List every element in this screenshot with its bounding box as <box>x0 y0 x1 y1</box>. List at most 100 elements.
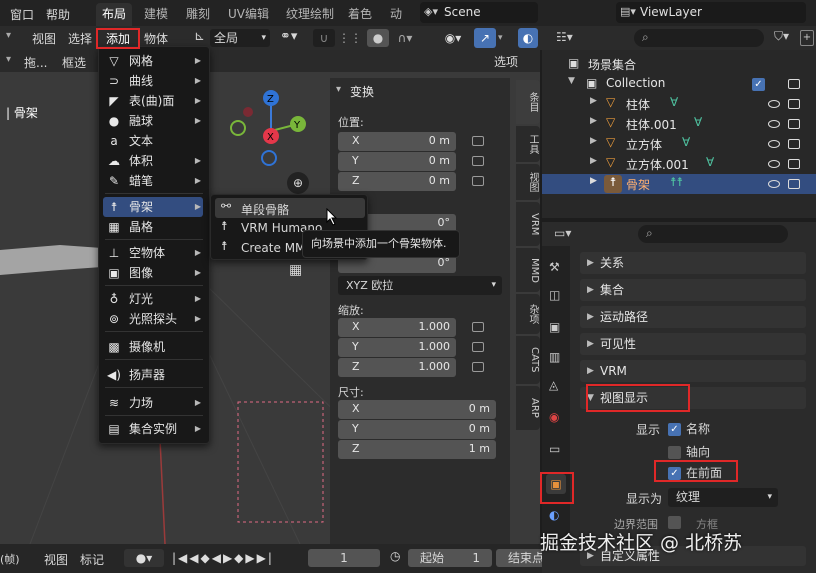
add-volume[interactable]: ☁ 体积 ▶ <box>103 151 203 171</box>
tab-uv[interactable]: UV编辑 <box>222 3 275 26</box>
lock-icon[interactable] <box>472 156 484 166</box>
camera-icon[interactable] <box>788 119 800 129</box>
outliner-row[interactable]: ▶ ▽ 立方体 ∀ <box>542 134 816 154</box>
tab-view[interactable]: 视图 <box>516 164 540 200</box>
tab-arp[interactable]: ARP <box>516 386 540 430</box>
add-text[interactable]: a 文本 <box>103 131 203 151</box>
snap-options-icon[interactable]: ⋮⋮ <box>338 29 362 47</box>
falloff-icon[interactable]: ∩▾ <box>392 29 418 47</box>
outliner-scene-collection[interactable]: ▣ 场景集合 <box>542 54 816 74</box>
add-image[interactable]: ▣ 图像 ▶ <box>103 263 203 283</box>
menu-help[interactable]: 帮助 <box>46 6 70 23</box>
outliner-search-input[interactable]: ⌕ <box>634 29 764 47</box>
eye-icon[interactable] <box>768 180 780 188</box>
eye-icon[interactable] <box>768 100 780 108</box>
output-icon[interactable]: ▣ <box>549 320 560 334</box>
add-light-probe[interactable]: ⊚ 光照探头 ▶ <box>103 309 203 329</box>
outliner-row[interactable]: ▶ ▽ 柱体.001 ∀ <box>542 114 816 134</box>
menu-view[interactable]: 视图 <box>32 30 56 47</box>
panel-visibility[interactable]: ▶ 可见性 <box>580 333 806 355</box>
lock-icon[interactable] <box>472 342 484 352</box>
camera-icon[interactable] <box>788 159 800 169</box>
panel-motion-paths[interactable]: ▶ 运动路径 <box>580 306 806 328</box>
playback-controls-icon[interactable]: |◀◀◆◀▶◆▶▶| <box>172 549 300 567</box>
add-lattice[interactable]: ▦ 晶格 <box>103 217 203 237</box>
camera-icon[interactable] <box>788 179 800 189</box>
view-layer-selector[interactable]: ViewLayer <box>616 2 806 23</box>
tab-sculpt[interactable]: 雕刻 <box>180 3 216 26</box>
add-force-field[interactable]: ≋ 力场 ▶ <box>103 393 203 413</box>
properties-search-input[interactable]: ⌕ <box>638 225 788 243</box>
tab-mmd[interactable]: MMD <box>516 248 540 292</box>
scale-y-field[interactable]: Y 1.000 <box>338 338 456 357</box>
constraint-icon[interactable]: ◐ <box>549 508 559 522</box>
display-mode-icon[interactable]: ☷▾ <box>556 30 573 44</box>
proportional-icon[interactable]: ● <box>367 29 389 47</box>
menu-select[interactable]: 选择 <box>68 30 92 47</box>
filter-icon[interactable]: ⛉▾ <box>774 29 789 44</box>
navigation-gizmo[interactable]: Z Y X <box>226 86 316 176</box>
timeline-mode[interactable]: (帧) <box>0 551 20 567</box>
zoom-icon[interactable]: ⊕ <box>287 172 309 194</box>
mode-chevron-icon[interactable]: ▾ <box>6 30 11 41</box>
scene-icon[interactable]: ◬ <box>549 378 558 392</box>
eye-icon[interactable] <box>768 140 780 148</box>
eye-icon[interactable] <box>768 120 780 128</box>
timeline-menu-marker[interactable]: 标记 <box>80 551 104 568</box>
scale-x-field[interactable]: X 1.000 <box>338 318 456 337</box>
tab-modeling[interactable]: 建模 <box>138 3 174 26</box>
tab-shading[interactable]: 着色 <box>342 3 378 26</box>
outliner-row[interactable]: ▶ ▽ 立方体.001 ∀ <box>542 154 816 174</box>
camera-icon[interactable] <box>788 139 800 149</box>
record-icon[interactable]: ●▾ <box>124 549 164 567</box>
tab-item[interactable]: 条目 <box>516 80 540 124</box>
start-frame-field[interactable]: 起始 1 <box>408 549 492 567</box>
tab-cats[interactable]: CATS <box>516 336 540 384</box>
add-surface[interactable]: ◤ 表(曲)面 ▶ <box>103 91 203 111</box>
pivot-icon[interactable]: ⚭▾ <box>280 29 297 44</box>
menu-object[interactable]: 物体 <box>144 30 168 47</box>
add-empty[interactable]: ⊥ 空物体 ▶ <box>103 243 203 263</box>
tab-tool[interactable]: 工具 <box>516 126 540 162</box>
snap-icon[interactable]: ∪ <box>313 29 335 47</box>
perspective-grid-icon[interactable]: ▦ <box>289 262 302 278</box>
gizmo-chevron-icon[interactable]: ▾ <box>498 29 512 47</box>
eye-icon[interactable] <box>768 160 780 168</box>
panel-vrm[interactable]: ▶ VRM <box>580 360 806 382</box>
show-axes-checkbox[interactable]: 轴向 <box>668 443 710 460</box>
outliner-collection[interactable]: ▼ ▣ Collection ✓ <box>542 74 816 94</box>
add-camera[interactable]: ▩ 摄像机 <box>103 337 203 357</box>
scale-z-field[interactable]: Z 1.000 <box>338 358 456 377</box>
visibility-icon[interactable]: ◉▾ <box>438 29 468 47</box>
world-icon[interactable]: ◉ <box>549 410 559 424</box>
editor-type-icon[interactable]: ▭▾ <box>554 226 571 240</box>
lock-icon[interactable] <box>472 176 484 186</box>
dims-z-field[interactable]: Z1 m <box>338 440 496 459</box>
camera-icon[interactable] <box>788 99 800 109</box>
collection-checkbox[interactable]: ✓ <box>752 78 765 91</box>
gizmo-icon[interactable]: ↗ <box>474 28 496 48</box>
current-frame-field[interactable]: 1 <box>308 549 380 567</box>
camera-icon[interactable] <box>788 79 800 89</box>
tab-vrm[interactable]: VRM <box>516 202 540 246</box>
add-collection-instance[interactable]: ▤ 集合实例 ▶ <box>103 419 203 439</box>
view-layer-icon[interactable]: ▥ <box>549 350 560 364</box>
collapse-chevron-icon[interactable]: ▾ <box>336 84 341 95</box>
display-as-dropdown[interactable]: 纹理 ▾ <box>668 488 778 507</box>
location-z-field[interactable]: Z0 m <box>338 172 456 191</box>
add-grease-pencil[interactable]: ✎ 蜡笔 ▶ <box>103 171 203 191</box>
add-speaker[interactable]: ◀) 扬声器 <box>103 365 203 385</box>
tab-animation[interactable]: 动画 <box>384 3 414 26</box>
lock-icon[interactable] <box>472 136 484 146</box>
transform-orientation-dropdown[interactable]: 全局 ▾ <box>210 29 270 47</box>
new-collection-icon[interactable]: + <box>800 30 814 46</box>
create-mmd-item[interactable]: Create MM <box>241 241 305 255</box>
panel-relations[interactable]: ▶ 关系 <box>580 252 806 274</box>
tool-icon[interactable]: ⚒ <box>549 260 560 274</box>
show-name-checkbox[interactable]: ✓ 名称 <box>668 420 710 437</box>
end-frame-field[interactable]: 结束点 <box>496 549 542 567</box>
tab-layout[interactable]: 布局 <box>96 3 133 26</box>
add-metaball[interactable]: ● 融球 ▶ <box>103 111 203 131</box>
tab-texture-paint[interactable]: 纹理绘制 <box>280 3 340 26</box>
dims-y-field[interactable]: Y0 m <box>338 420 496 439</box>
